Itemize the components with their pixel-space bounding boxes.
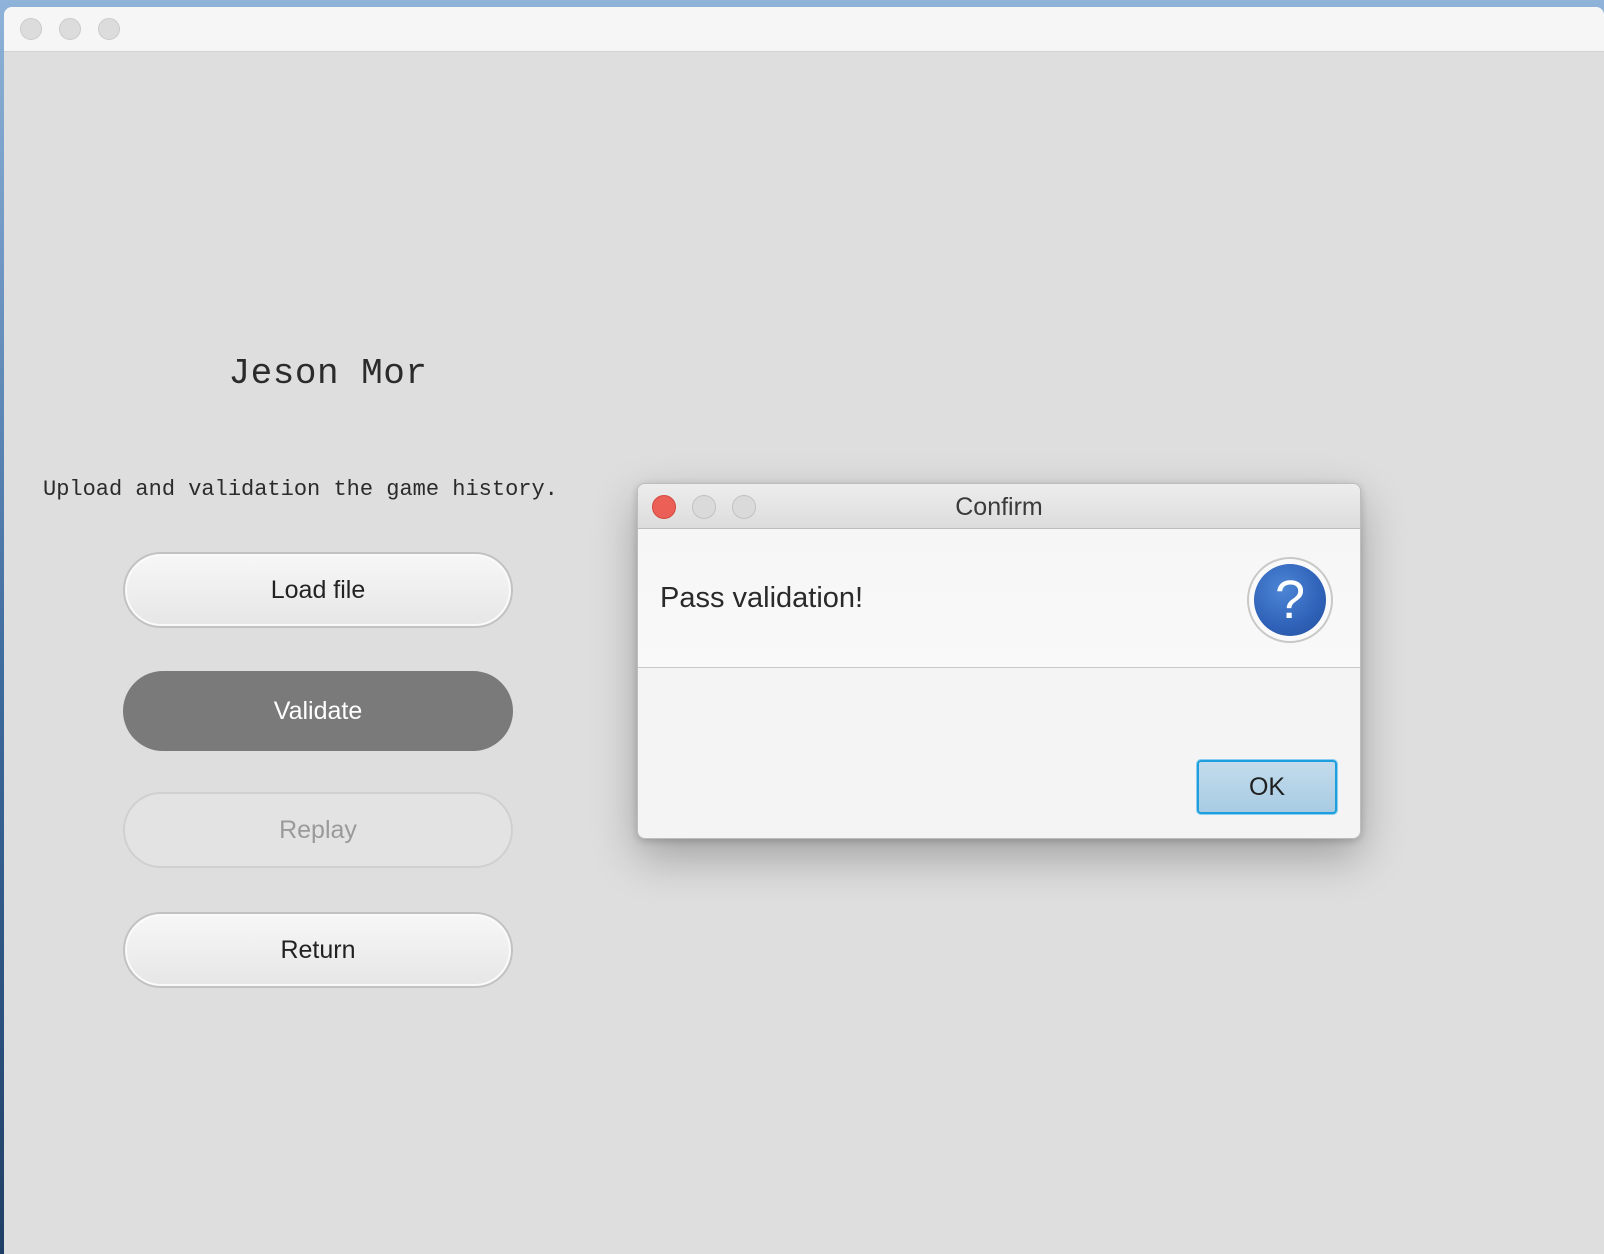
main-close-button[interactable] [20,18,42,40]
main-maximize-button[interactable] [98,18,120,40]
question-mark-glyph: ? [1254,564,1326,636]
replay-button: Replay [123,792,513,868]
dialog-minimize-button [692,495,716,519]
page-description: Upload and validation the game history. [43,477,558,502]
question-icon: ? [1247,557,1333,643]
dialog-message: Pass validation! [660,582,864,614]
dialog-titlebar[interactable]: Confirm [638,484,1360,529]
main-titlebar [4,7,1604,52]
return-button[interactable]: Return [123,912,513,988]
confirm-dialog: Confirm Pass validation! ? OK [637,483,1361,839]
main-minimize-button[interactable] [59,18,81,40]
dialog-close-button[interactable] [652,495,676,519]
page-title: Jeson Mor [228,353,428,394]
ok-button[interactable]: OK [1197,760,1337,814]
validate-button[interactable]: Validate [123,671,513,751]
dialog-maximize-button [732,495,756,519]
load-file-button[interactable]: Load file [123,552,513,628]
dialog-header: Pass validation! ? [638,529,1360,668]
